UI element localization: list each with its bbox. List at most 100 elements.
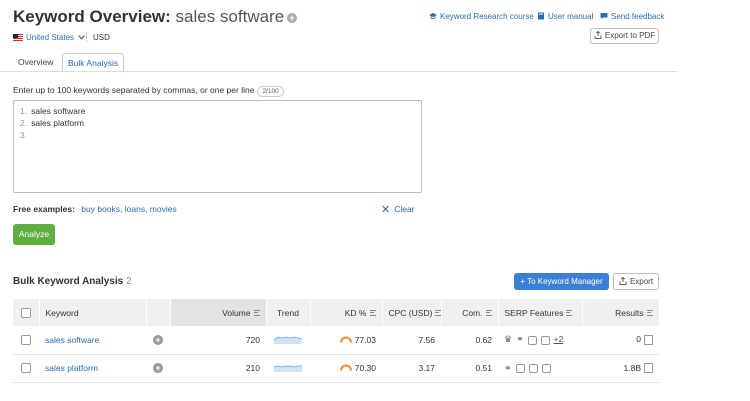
- kd-value: 70.30: [354, 363, 376, 373]
- keywords-textarea[interactable]: 1. sales software 2. sales platform 3.: [13, 100, 422, 193]
- clear-button[interactable]: ✕ Clear: [381, 203, 415, 216]
- keyword-research-course-link[interactable]: Keyword Research course: [429, 12, 534, 21]
- results-title: Bulk Keyword Analysis 2: [13, 276, 132, 287]
- free-examples: Free examples: buy books, loans, movies: [13, 204, 177, 214]
- export-button[interactable]: Export: [613, 273, 659, 290]
- to-keyword-manager-button[interactable]: + To Keyword Manager: [514, 273, 609, 290]
- sort-icon: [646, 309, 653, 316]
- export-to-pdf-button[interactable]: Export to PDF: [590, 28, 659, 44]
- keyword-link[interactable]: sales platform: [45, 363, 98, 373]
- volume-cell: 720: [170, 326, 266, 355]
- results-cell: 0: [582, 326, 659, 355]
- keyword-link[interactable]: sales software: [45, 335, 99, 345]
- select-all-checkbox[interactable]: [20, 307, 31, 318]
- sort-icon: [369, 309, 376, 316]
- title-keyword: sales software: [175, 7, 285, 26]
- row-checkbox[interactable]: [21, 363, 31, 374]
- export-label: Export: [629, 277, 654, 286]
- feedback-link-label: Send feedback: [611, 12, 665, 21]
- add-cell: +: [146, 354, 170, 383]
- chevron-down-icon: [78, 35, 86, 40]
- close-icon: ✕: [381, 204, 391, 216]
- row-select-cell: [13, 354, 39, 383]
- export-icon: [594, 30, 602, 39]
- kd-gauge-icon: [339, 364, 352, 371]
- kd-cell: 70.30: [310, 354, 382, 383]
- results-value: 1.8B: [623, 362, 642, 373]
- keyword-cell: sales platform: [39, 354, 146, 383]
- header-divider: [86, 32, 87, 42]
- clear-label: Clear: [394, 204, 415, 214]
- column-trend-label: Trend: [277, 307, 299, 318]
- bulk-instruction: Enter up to 100 keywords separated by co…: [13, 85, 284, 97]
- serp-more-link[interactable]: +2: [554, 334, 564, 344]
- page-title: Keyword Overview: sales software +: [13, 7, 298, 27]
- tab-divider: [0, 71, 677, 72]
- results-value: 0: [636, 334, 641, 345]
- trend-cell: [266, 326, 310, 355]
- send-feedback-link[interactable]: Send feedback: [600, 12, 664, 21]
- add-to-list-icon[interactable]: +: [153, 334, 163, 345]
- results-count: 2: [126, 276, 132, 287]
- serp-snapshot-icon[interactable]: [644, 363, 653, 374]
- free-examples-link[interactable]: buy books, loans, movies: [81, 204, 176, 214]
- serp-snapshot-icon[interactable]: [644, 335, 653, 346]
- row-checkbox[interactable]: [21, 335, 31, 346]
- line-text: sales platform: [31, 118, 85, 128]
- graduation-cap-icon: [429, 13, 437, 20]
- faq-icon: [540, 335, 550, 345]
- column-volume-label: Volume: [222, 307, 251, 318]
- user-manual-link[interactable]: User manual: [537, 12, 593, 21]
- trend-sparkline-icon: [273, 365, 302, 372]
- line-number: 1.: [20, 106, 28, 116]
- results-title-label: Bulk Keyword Analysis: [13, 276, 124, 287]
- column-com-label: Com.: [462, 307, 483, 318]
- volume-cell: 210: [170, 354, 266, 383]
- book-icon: [538, 12, 544, 20]
- add-keyword-icon[interactable]: +: [287, 12, 298, 23]
- textarea-line: 1. sales software: [20, 106, 85, 116]
- line-text: sales software: [31, 106, 86, 116]
- kd-gauge-icon: [339, 336, 352, 343]
- results-cell: 1.8B: [582, 354, 659, 383]
- column-serp[interactable]: SERP Features: [498, 299, 583, 326]
- column-results-label: Results: [615, 307, 644, 318]
- link-icon: ⚭: [504, 362, 512, 373]
- instruction-text: Enter up to 100 keywords separated by co…: [13, 85, 255, 95]
- database-label: United States: [26, 33, 75, 42]
- tab-bulk-analysis[interactable]: Bulk Analysis: [62, 53, 125, 72]
- database-selector[interactable]: United States: [13, 33, 86, 42]
- column-cpc[interactable]: CPC (USD): [382, 299, 442, 326]
- image-icon: [528, 363, 538, 373]
- keyword-count-badge: 2/100: [257, 86, 284, 97]
- column-volume[interactable]: Volume: [170, 299, 267, 326]
- column-keyword[interactable]: Keyword: [39, 299, 147, 326]
- add-to-list-icon[interactable]: +: [153, 363, 163, 373]
- column-com[interactable]: Com.: [441, 299, 499, 326]
- tab-overview[interactable]: Overview: [13, 53, 58, 72]
- keyword-cell: sales software: [39, 326, 146, 355]
- column-kd[interactable]: KD %: [310, 299, 383, 326]
- com-cell: 0.51: [441, 354, 498, 383]
- kd-value: 77.03: [354, 334, 376, 345]
- column-spacer: [146, 299, 171, 326]
- table-row: sales platform + 210 70.30 3.17 0.51 ⚭ 1…: [13, 354, 659, 383]
- add-cell: +: [146, 326, 170, 355]
- column-serp-label: SERP Features: [504, 307, 564, 318]
- review-icon: [541, 363, 551, 373]
- link-icon: ⚭: [516, 334, 524, 345]
- sort-icon: [566, 309, 573, 316]
- com-cell: 0.62: [441, 326, 498, 355]
- line-number: 3.: [20, 130, 28, 140]
- analyze-button[interactable]: Analyze: [13, 224, 55, 245]
- line-number: 2.: [20, 118, 28, 128]
- kd-cell: 77.03: [310, 326, 382, 355]
- faq-icon: [515, 363, 525, 373]
- currency-label: USD: [93, 33, 110, 42]
- table-header-row: Keyword Volume Trend KD % CPC (USD) Com.…: [13, 299, 660, 326]
- column-results[interactable]: Results: [582, 299, 660, 326]
- free-examples-label: Free examples:: [13, 204, 75, 214]
- title-label: Keyword Overview:: [13, 7, 171, 26]
- row-select-cell: [13, 326, 39, 355]
- us-flag-icon: [13, 34, 23, 41]
